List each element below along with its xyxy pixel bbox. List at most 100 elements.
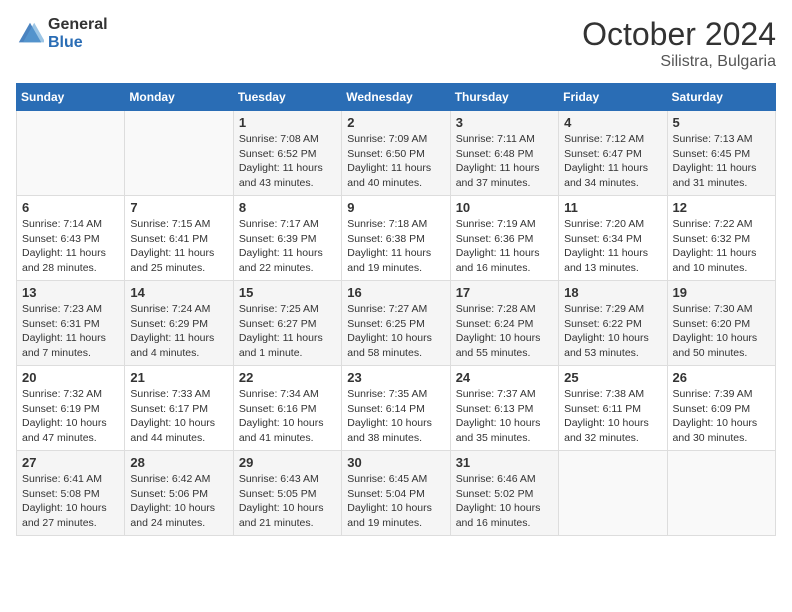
day-info: Sunset: 6:38 PM	[347, 232, 444, 247]
day-info: Daylight: 11 hours and 10 minutes.	[673, 246, 770, 275]
day-info: Sunset: 6:45 PM	[673, 147, 770, 162]
day-info: Sunset: 5:06 PM	[130, 487, 227, 502]
day-info: Sunrise: 7:11 AM	[456, 132, 553, 147]
day-info: Sunset: 6:25 PM	[347, 317, 444, 332]
day-number: 16	[347, 285, 444, 300]
day-info: Sunrise: 7:32 AM	[22, 387, 119, 402]
calendar-cell: 10Sunrise: 7:19 AMSunset: 6:36 PMDayligh…	[450, 196, 558, 281]
day-info: Sunset: 6:39 PM	[239, 232, 336, 247]
day-info: Sunset: 6:47 PM	[564, 147, 661, 162]
day-info: Daylight: 10 hours and 38 minutes.	[347, 416, 444, 445]
month-year: October 2024	[582, 16, 776, 53]
day-info: Sunset: 6:27 PM	[239, 317, 336, 332]
day-info: Sunset: 6:24 PM	[456, 317, 553, 332]
day-info: Sunrise: 7:29 AM	[564, 302, 661, 317]
calendar-cell: 1Sunrise: 7:08 AMSunset: 6:52 PMDaylight…	[233, 111, 341, 196]
day-info: Sunrise: 7:38 AM	[564, 387, 661, 402]
calendar-cell: 5Sunrise: 7:13 AMSunset: 6:45 PMDaylight…	[667, 111, 775, 196]
calendar-week-row: 6Sunrise: 7:14 AMSunset: 6:43 PMDaylight…	[17, 196, 776, 281]
day-info: Sunset: 6:29 PM	[130, 317, 227, 332]
calendar-cell: 17Sunrise: 7:28 AMSunset: 6:24 PMDayligh…	[450, 281, 558, 366]
day-info: Sunset: 6:17 PM	[130, 402, 227, 417]
day-info: Sunrise: 7:23 AM	[22, 302, 119, 317]
page-header: General Blue October 2024 Silistra, Bulg…	[16, 16, 776, 71]
day-number: 27	[22, 455, 119, 470]
day-info: Sunrise: 7:15 AM	[130, 217, 227, 232]
day-info: Sunset: 6:34 PM	[564, 232, 661, 247]
day-number: 11	[564, 200, 661, 215]
calendar-cell: 28Sunrise: 6:42 AMSunset: 5:06 PMDayligh…	[125, 451, 233, 536]
day-number: 26	[673, 370, 770, 385]
calendar-cell: 16Sunrise: 7:27 AMSunset: 6:25 PMDayligh…	[342, 281, 450, 366]
day-info: Sunrise: 7:20 AM	[564, 217, 661, 232]
calendar-cell: 11 Sunrise: 7:20 AMSunset: 6:34 PMDayligh…	[559, 196, 667, 281]
calendar-cell: 19Sunrise: 7:30 AMSunset: 6:20 PMDayligh…	[667, 281, 775, 366]
day-number: 10	[456, 200, 553, 215]
weekday-header-row: SundayMondayTuesdayWednesdayThursdayFrid…	[17, 84, 776, 111]
weekday-header: Sunday	[17, 84, 125, 111]
day-info: Daylight: 10 hours and 19 minutes.	[347, 501, 444, 530]
day-info: Sunrise: 6:45 AM	[347, 472, 444, 487]
day-info: Daylight: 11 hours and 28 minutes.	[22, 246, 119, 275]
day-info: Daylight: 10 hours and 30 minutes.	[673, 416, 770, 445]
calendar-week-row: 13Sunrise: 7:23 AMSunset: 6:31 PMDayligh…	[17, 281, 776, 366]
day-info: Daylight: 10 hours and 35 minutes.	[456, 416, 553, 445]
day-info: Sunset: 6:36 PM	[456, 232, 553, 247]
day-info: Daylight: 11 hours and 4 minutes.	[130, 331, 227, 360]
day-info: Sunrise: 7:30 AM	[673, 302, 770, 317]
calendar-cell: 2Sunrise: 7:09 AMSunset: 6:50 PMDaylight…	[342, 111, 450, 196]
day-number: 23	[347, 370, 444, 385]
day-info: Sunset: 6:50 PM	[347, 147, 444, 162]
day-number: 8	[239, 200, 336, 215]
calendar-cell: 13Sunrise: 7:23 AMSunset: 6:31 PMDayligh…	[17, 281, 125, 366]
day-number: 20	[22, 370, 119, 385]
title-area: October 2024 Silistra, Bulgaria	[582, 16, 776, 71]
logo-general: General	[48, 16, 108, 34]
day-info: Sunrise: 7:37 AM	[456, 387, 553, 402]
day-info: Sunset: 6:16 PM	[239, 402, 336, 417]
day-info: Sunset: 5:08 PM	[22, 487, 119, 502]
calendar-cell: 29Sunrise: 6:43 AMSunset: 5:05 PMDayligh…	[233, 451, 341, 536]
day-info: Sunset: 6:31 PM	[22, 317, 119, 332]
day-info: Daylight: 10 hours and 21 minutes.	[239, 501, 336, 530]
day-info: Sunset: 6:52 PM	[239, 147, 336, 162]
day-info: Sunrise: 7:39 AM	[673, 387, 770, 402]
day-number: 25	[564, 370, 661, 385]
calendar-week-row: 20Sunrise: 7:32 AMSunset: 6:19 PMDayligh…	[17, 366, 776, 451]
calendar-cell: 30Sunrise: 6:45 AMSunset: 5:04 PMDayligh…	[342, 451, 450, 536]
day-number: 22	[239, 370, 336, 385]
day-number: 18	[564, 285, 661, 300]
day-number: 17	[456, 285, 553, 300]
day-info: Sunset: 6:48 PM	[456, 147, 553, 162]
day-info: Sunrise: 7:33 AM	[130, 387, 227, 402]
calendar-cell	[125, 111, 233, 196]
weekday-header: Tuesday	[233, 84, 341, 111]
day-info: Sunrise: 7:14 AM	[22, 217, 119, 232]
day-number: 28	[130, 455, 227, 470]
day-info: Sunrise: 7:12 AM	[564, 132, 661, 147]
day-number: 4	[564, 115, 661, 130]
day-info: Sunrise: 6:42 AM	[130, 472, 227, 487]
day-number: 2	[347, 115, 444, 130]
weekday-header: Friday	[559, 84, 667, 111]
calendar-week-row: 27Sunrise: 6:41 AMSunset: 5:08 PMDayligh…	[17, 451, 776, 536]
day-info: Sunset: 6:32 PM	[673, 232, 770, 247]
calendar-cell	[17, 111, 125, 196]
day-info: Daylight: 10 hours and 50 minutes.	[673, 331, 770, 360]
calendar-cell: 25Sunrise: 7:38 AMSunset: 6:11 PMDayligh…	[559, 366, 667, 451]
day-info: Sunrise: 7:27 AM	[347, 302, 444, 317]
day-info: Daylight: 10 hours and 44 minutes.	[130, 416, 227, 445]
day-info: Daylight: 11 hours and 40 minutes.	[347, 161, 444, 190]
logo: General Blue	[16, 16, 108, 51]
day-info: Daylight: 11 hours and 22 minutes.	[239, 246, 336, 275]
day-number: 31	[456, 455, 553, 470]
location: Silistra, Bulgaria	[582, 53, 776, 71]
day-info: Sunset: 6:13 PM	[456, 402, 553, 417]
day-info: Daylight: 10 hours and 47 minutes.	[22, 416, 119, 445]
day-number: 3	[456, 115, 553, 130]
day-info: Daylight: 11 hours and 13 minutes.	[564, 246, 661, 275]
day-info: Sunset: 6:20 PM	[673, 317, 770, 332]
day-info: Sunrise: 7:17 AM	[239, 217, 336, 232]
day-number: 30	[347, 455, 444, 470]
calendar-cell: 4Sunrise: 7:12 AMSunset: 6:47 PMDaylight…	[559, 111, 667, 196]
